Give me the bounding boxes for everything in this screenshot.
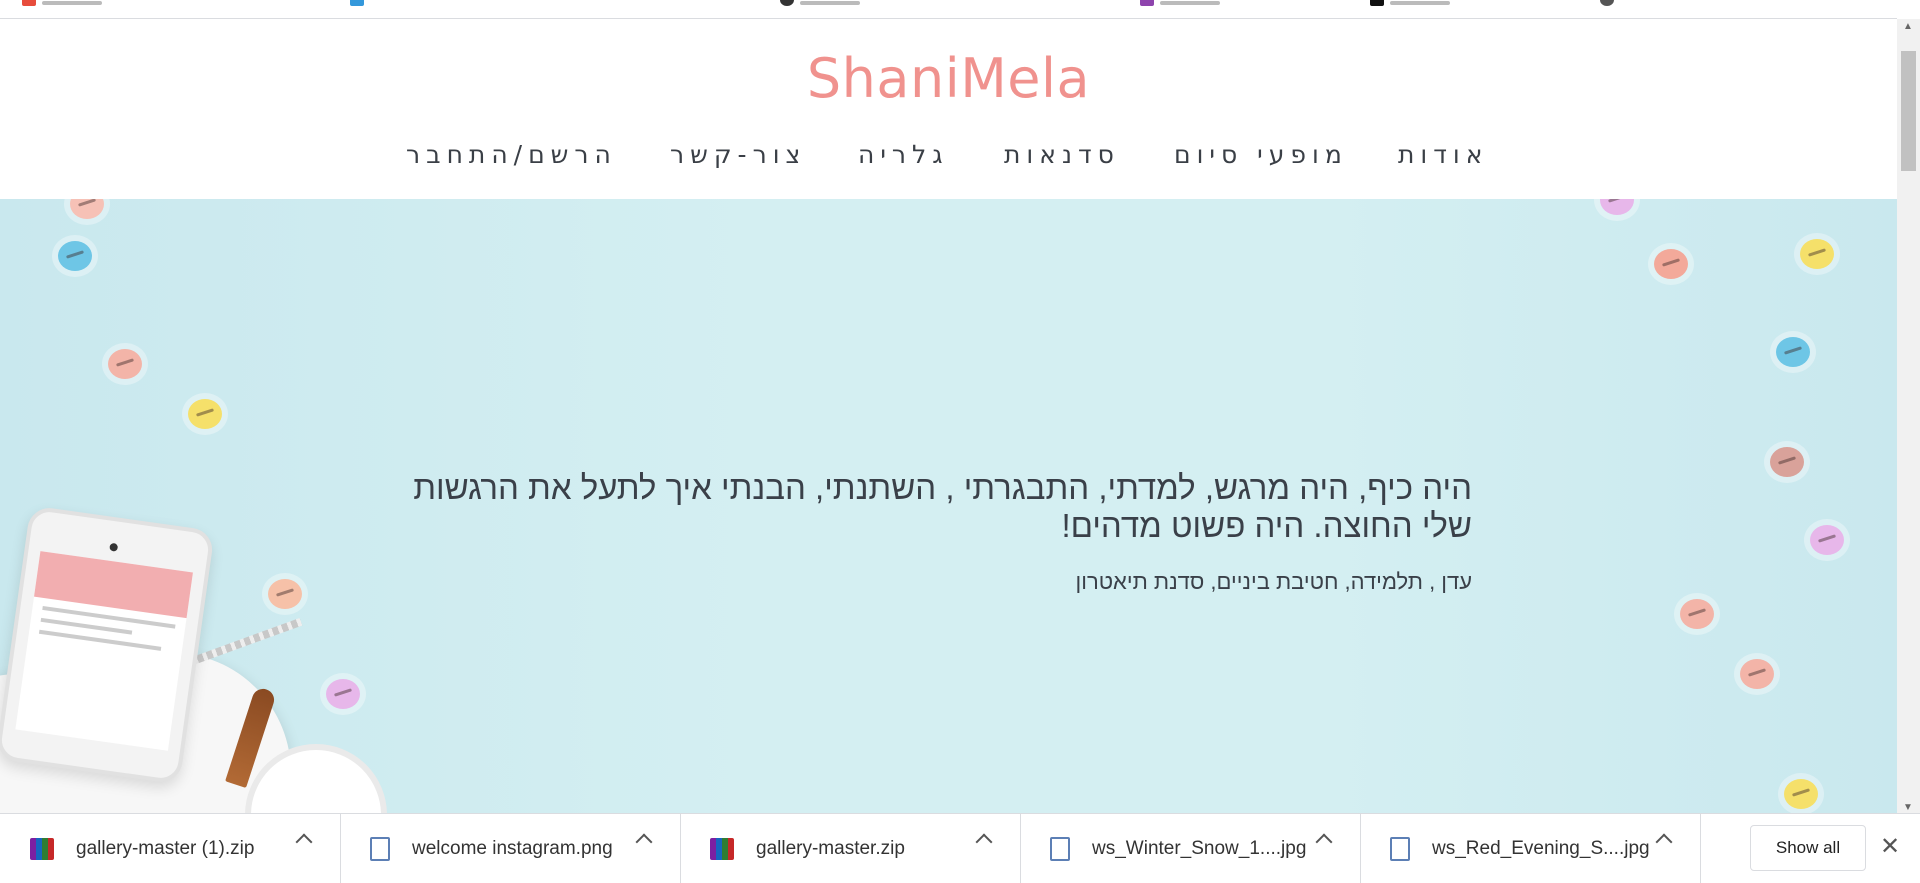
testimonial-author: עדן , תלמידה, חטיבת ביניים, סדנת תיאטרון: [1075, 569, 1472, 594]
download-filename: ws_Red_Evening_S....jpg: [1432, 837, 1650, 859]
testimonial: היה כיף, היה מרגש, למדתי, התבגרתי , השתנ…: [402, 469, 1472, 595]
chevron-up-icon[interactable]: [295, 833, 313, 851]
bookmark-item[interactable]: [1370, 0, 1450, 6]
nav-about[interactable]: אודות: [1398, 140, 1488, 169]
candy-decoration: [108, 349, 142, 379]
bookmark-item[interactable]: [350, 0, 364, 6]
download-item[interactable]: gallery-master (1).zip: [0, 814, 341, 883]
hero-banner: היה כיף, היה מרגש, למדתי, התבגרתי , השתנ…: [0, 199, 1897, 813]
phone-camera-dot: [109, 542, 119, 552]
bookmark-item[interactable]: [1600, 0, 1614, 6]
site-logo[interactable]: ShaniMela: [0, 47, 1897, 110]
download-filename: welcome instagram.png: [412, 837, 613, 859]
bookmark-item[interactable]: [1140, 0, 1220, 6]
zip-file-icon: [710, 837, 734, 860]
download-item[interactable]: gallery-master.zip: [680, 814, 1021, 883]
candy-decoration: [1784, 779, 1818, 809]
show-all-button[interactable]: Show all: [1750, 825, 1866, 871]
download-filename: gallery-master.zip: [756, 837, 905, 859]
download-item[interactable]: welcome instagram.png: [340, 814, 681, 883]
nav-gallery[interactable]: גלריה: [858, 140, 949, 169]
download-shelf: gallery-master (1).zip welcome instagram…: [0, 813, 1920, 883]
nav-workshops[interactable]: סדנאות: [1004, 140, 1120, 169]
scroll-up-arrow-icon[interactable]: ▲: [1903, 21, 1913, 32]
bookmark-item[interactable]: [780, 0, 860, 6]
candy-decoration: [1770, 447, 1804, 477]
candy-decoration: [188, 399, 222, 429]
scroll-down-arrow-icon[interactable]: ▼: [1903, 802, 1913, 813]
phone-screen: [15, 551, 193, 751]
download-filename: gallery-master (1).zip: [76, 837, 255, 859]
nav-contact[interactable]: צור-קשר: [670, 140, 806, 169]
testimonial-quote: היה כיף, היה מרגש, למדתי, התבגרתי , השתנ…: [413, 469, 1472, 544]
candy-decoration: [1654, 249, 1688, 279]
candy-decoration: [1776, 337, 1810, 367]
candy-decoration: [1680, 599, 1714, 629]
download-item[interactable]: ws_Winter_Snow_1....jpg: [1020, 814, 1361, 883]
download-filename: ws_Winter_Snow_1....jpg: [1092, 837, 1307, 859]
candy-decoration: [58, 241, 92, 271]
site-header: ShaniMela הרשם/התחבר צור-קשר גלריה סדנאו…: [0, 19, 1897, 199]
download-item[interactable]: ws_Red_Evening_S....jpg: [1360, 814, 1701, 883]
candy-decoration: [326, 679, 360, 709]
main-nav: הרשם/התחבר צור-קשר גלריה סדנאות מופעי סי…: [0, 140, 1897, 180]
bookmarks-bar: [0, 0, 1897, 19]
candy-decoration: [1810, 525, 1844, 555]
candy-decoration: [1740, 659, 1774, 689]
candy-decoration: [1800, 239, 1834, 269]
zip-file-icon: [30, 837, 54, 860]
close-icon[interactable]: ✕: [1880, 832, 1900, 861]
chevron-up-icon[interactable]: [635, 833, 653, 851]
chevron-up-icon[interactable]: [1315, 833, 1333, 851]
nav-register[interactable]: הרשם/התחבר: [406, 140, 617, 169]
chevron-up-icon[interactable]: [975, 833, 993, 851]
nav-shows[interactable]: מופעי סיום: [1174, 140, 1348, 169]
chevron-up-icon[interactable]: [1655, 833, 1673, 851]
image-file-icon: [370, 836, 390, 861]
image-file-icon: [1390, 836, 1410, 861]
scroll-thumb[interactable]: [1901, 51, 1916, 171]
candy-decoration: [268, 579, 302, 609]
phone-illustration: [0, 505, 215, 785]
bookmark-item[interactable]: [22, 0, 102, 6]
image-file-icon: [1050, 836, 1070, 861]
page-scrollbar[interactable]: ▲ ▼: [1897, 19, 1920, 813]
